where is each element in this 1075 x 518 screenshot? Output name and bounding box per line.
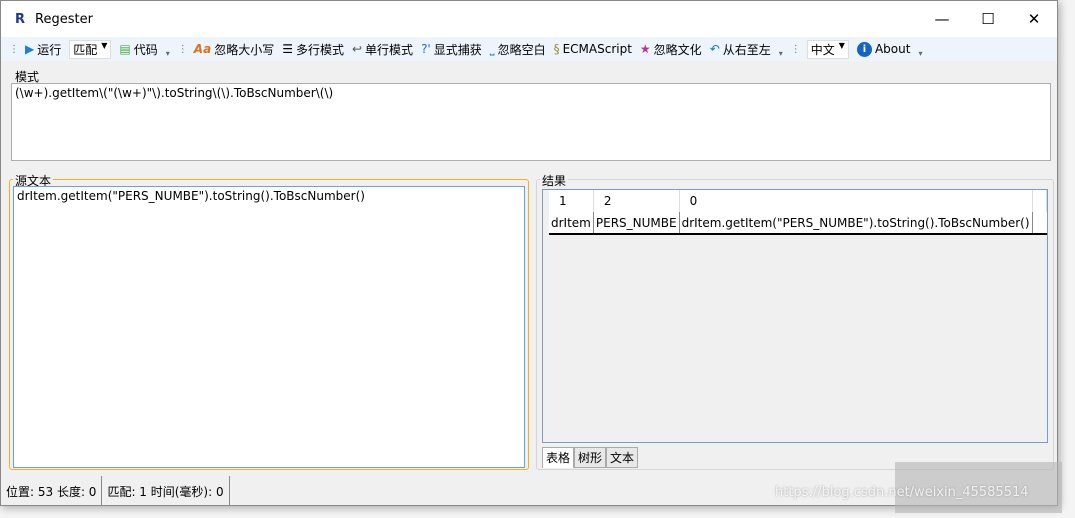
column-header[interactable]: 1 [549, 190, 594, 212]
list-icon: ☰ [282, 42, 293, 56]
table-row[interactable]: drItem PERS_NUMBE drItem.getItem("PERS_N… [549, 212, 1047, 235]
about-label: About [874, 42, 911, 56]
results-grid[interactable]: 1 2 0 drItem PERS_NUMBE drItem.getItem("… [542, 189, 1048, 443]
chevron-down-icon: ▼ [101, 40, 108, 50]
singleline-button[interactable]: ↩ 单行模式 [352, 41, 413, 58]
status-match: 匹配: 1 时间(毫秒): 0 [102, 476, 230, 506]
table-cell[interactable]: drItem [549, 212, 594, 235]
minimize-button[interactable]: — [919, 1, 965, 37]
mode-dropdown[interactable]: 匹配 ▼ [69, 39, 112, 59]
column-header[interactable]: 2 [593, 190, 680, 212]
question-icon: ?' [421, 42, 431, 56]
toolbar: ⋮ ▶ 运行 匹配 ▼ ▤ 代码 ▾ ⋮ Aa 忽略大小写 ☰ 多行模式 ↩ 单行模式 ?'… [1, 37, 1057, 61]
overflow-icon[interactable]: ▾ [779, 49, 783, 58]
singleline-label: 单行模式 [365, 42, 414, 57]
source-text-input[interactable]: drItem.getItem("PERS_NUMBE").toString().… [13, 186, 525, 468]
maximize-button[interactable]: ☐ [965, 1, 1011, 37]
ignore-case-label: 忽略大小写 [214, 42, 275, 57]
table-cell[interactable]: drItem.getItem("PERS_NUMBE").toString().… [679, 212, 1033, 235]
table-header-row: 1 2 0 [549, 190, 1048, 212]
about-button[interactable]: i About [856, 41, 911, 57]
script-icon: § [553, 42, 560, 56]
results-table: 1 2 0 drItem PERS_NUMBE drItem.getItem("… [549, 190, 1048, 235]
regester-window: R Regester — ☐ ✕ ⋮ ▶ 运行 匹配 ▼ ▤ 代码 ▾ ⋮ Aa 忽略大… [0, 0, 1058, 506]
mode-value: 匹配 [73, 42, 98, 57]
toolbar-grip[interactable]: ⋮ [9, 44, 19, 55]
results-label: 结果 [540, 172, 569, 189]
ecmascript-label: ECMAScript [562, 42, 632, 56]
row-filler [1032, 212, 1047, 235]
multiline-button[interactable]: ☰ 多行模式 [282, 41, 344, 58]
pattern-input[interactable]: (\w+).getItem\("(\w+)"\).toString\(\).To… [11, 83, 1051, 161]
overflow-icon[interactable]: ▾ [918, 49, 922, 58]
ignore-case-button[interactable]: Aa 忽略大小写 [194, 41, 274, 58]
ignore-whitespace-button[interactable]: ⎵ 忽略空白 [490, 41, 546, 58]
space-icon: ⎵ [489, 41, 495, 56]
case-icon: Aa [193, 42, 212, 56]
watermark-text: https://blog.csdn.net/weixin_45585514 [775, 485, 1029, 500]
column-header[interactable]: 0 [679, 190, 1033, 212]
run-label: 运行 [37, 42, 62, 57]
info-icon: i [856, 41, 872, 57]
header-filler [1032, 190, 1048, 212]
toolbar-grip[interactable]: ⋮ [178, 44, 188, 55]
tab-text[interactable]: 文本 [606, 447, 639, 468]
wrap-icon: ↩ [351, 42, 363, 56]
code-label: 代码 [133, 42, 158, 57]
run-button[interactable]: ▶ 运行 [25, 41, 61, 58]
table-cell[interactable]: PERS_NUMBE [593, 212, 680, 235]
ignore-culture-label: 忽略文化 [653, 42, 702, 57]
language-dropdown[interactable]: 中文 ▼ [806, 39, 849, 59]
toolbar-grip[interactable]: ⋮ [791, 44, 801, 55]
window-title: Regester [35, 11, 93, 27]
ecmascript-button[interactable]: § ECMAScript [554, 42, 632, 56]
title-bar: R Regester [1, 1, 1057, 37]
tab-table[interactable]: 表格 [542, 447, 575, 468]
ignore-whitespace-label: 忽略空白 [497, 42, 546, 57]
language-value: 中文 [810, 42, 835, 57]
ignore-culture-button[interactable]: ★ 忽略文化 [640, 41, 702, 58]
explicit-capture-label: 显式捕获 [433, 42, 482, 57]
multiline-label: 多行模式 [295, 42, 344, 57]
code-file-icon: ▤ [119, 42, 131, 56]
tab-tree[interactable]: 树形 [574, 447, 607, 468]
status-position: 位置: 53 长度: 0 [1, 476, 103, 506]
overflow-icon[interactable]: ▾ [166, 49, 170, 58]
star-icon: ★ [639, 42, 651, 56]
close-button[interactable]: ✕ [1011, 1, 1057, 37]
code-button[interactable]: ▤ 代码 [119, 41, 157, 58]
play-icon: ▶ [25, 42, 35, 56]
results-tabs: 表格 树形 文本 [542, 447, 639, 468]
right-to-left-label: 从右至左 [722, 42, 771, 57]
explicit-capture-button[interactable]: ?' 显式捕获 [421, 41, 482, 58]
app-logo-icon: R [15, 11, 26, 27]
chevron-down-icon: ▼ [838, 40, 845, 50]
rotate-icon: ↶ [709, 42, 720, 56]
right-to-left-button[interactable]: ↶ 从右至左 [710, 41, 771, 58]
